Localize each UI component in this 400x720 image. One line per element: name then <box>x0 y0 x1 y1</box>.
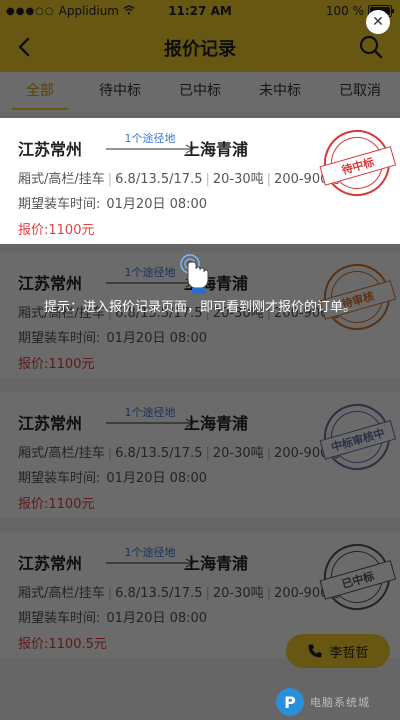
origin-city: 江苏常州 <box>18 414 83 433</box>
origin-city: 江苏常州 <box>18 140 83 159</box>
vehicle-specs: 厢式/高栏/挂车 | 6.8/13.5/17.5 | 20-30吨 | 200-900方 <box>18 172 342 187</box>
price-value: 1100元 <box>48 223 95 238</box>
vehicle-specs: 厢式/高栏/挂车 | 6.8/13.5/17.5 | 20-30吨 | 200-900方 <box>18 446 342 461</box>
contact-name: 李哲哲 <box>329 645 369 661</box>
load-time: 期望装车时间: 01月20日 08:00 <box>18 467 207 486</box>
cargo-weight: 20-30吨 <box>212 172 264 187</box>
guide-tip-text: 提示：进入报价记录页面，即可看到刚才报价的订单。 <box>43 300 356 315</box>
quote-card[interactable]: 江苏常州 1个途径地 上海青浦 厢式/高栏/挂车 | 6.8/13.5/17.5 | 2… <box>0 392 400 518</box>
load-time: 期望装车时间: 01月20日 08:00 <box>18 327 207 346</box>
battery-percent: 100 % <box>325 4 364 18</box>
vehicle-type: 厢式/高栏/挂车 <box>18 446 105 461</box>
load-time-value: 01月20日 08:00 <box>106 331 208 346</box>
destination-city: 上海青浦 <box>184 414 249 433</box>
nav-bar: 报价记录 <box>0 22 400 72</box>
quote-price: 报价:1100元 <box>18 493 94 512</box>
vehicle-type: 厢式/高栏/挂车 <box>18 586 105 601</box>
price-label: 报价: <box>18 223 49 238</box>
close-icon: ✕ <box>372 14 384 30</box>
route-arrow-icon <box>106 144 195 154</box>
route-arrow-icon <box>106 418 195 428</box>
tab-lost[interactable]: 未中标 <box>240 72 320 112</box>
contact-button[interactable]: 李哲哲 <box>286 634 390 668</box>
tap-hand-icon <box>180 254 209 294</box>
price-value: 1100元 <box>48 497 95 512</box>
quote-card[interactable]: 江苏常州 1个途径地 上海青浦 厢式/高栏/挂车 | 6.8/13.5/17.5 | 2… <box>0 118 400 244</box>
price-label: 报价: <box>18 637 49 652</box>
phone-icon <box>308 644 322 658</box>
origin-city: 江苏常州 <box>18 274 83 293</box>
destination-city: 上海青浦 <box>184 554 249 573</box>
close-guide-button[interactable]: ✕ <box>366 10 390 34</box>
cargo-weight: 20-30吨 <box>212 446 264 461</box>
load-time: 期望装车时间: 01月20日 08:00 <box>18 607 207 626</box>
vehicle-length: 6.8/13.5/17.5 <box>115 446 203 461</box>
load-time-label: 期望装车时间: <box>18 197 101 212</box>
route-arrow-icon <box>106 558 195 568</box>
vehicle-type: 厢式/高栏/挂车 <box>18 172 105 187</box>
vehicle-length: 6.8/13.5/17.5 <box>115 586 203 601</box>
vehicle-length: 6.8/13.5/17.5 <box>115 172 203 187</box>
watermark: P 电脑系统城 <box>276 684 400 720</box>
load-time-label: 期望装车时间: <box>18 611 101 626</box>
quote-price: 报价:1100元 <box>18 219 94 238</box>
price-label: 报价: <box>18 357 49 372</box>
origin-city: 江苏常州 <box>18 554 83 573</box>
status-bar: ●●●○○ Applidium 11:27 AM 100 % <box>0 0 400 22</box>
load-time-value: 01月20日 08:00 <box>106 611 208 626</box>
load-time-label: 期望装车时间: <box>18 331 101 346</box>
price-value: 1100.5元 <box>48 637 107 652</box>
tab-pending-bid[interactable]: 待中标 <box>80 72 160 112</box>
vehicle-specs: 厢式/高栏/挂车 | 6.8/13.5/17.5 | 20-30吨 | 200-900方 <box>18 586 342 601</box>
load-time: 期望装车时间: 01月20日 08:00 <box>18 193 207 212</box>
price-label: 报价: <box>18 497 49 512</box>
cargo-weight: 20-30吨 <box>212 586 264 601</box>
quote-price: 报价:1100元 <box>18 353 94 372</box>
watermark-logo: P <box>276 688 304 716</box>
destination-city: 上海青浦 <box>184 140 249 159</box>
tab-won[interactable]: 已中标 <box>160 72 240 112</box>
page-title: 报价记录 <box>164 39 236 60</box>
search-icon[interactable] <box>358 34 384 60</box>
load-time-label: 期望装车时间: <box>18 471 101 486</box>
load-time-value: 01月20日 08:00 <box>106 471 208 486</box>
price-value: 1100元 <box>48 357 95 372</box>
load-time-value: 01月20日 08:00 <box>106 197 208 212</box>
status-tabs: 全部 待中标 已中标 未中标 已取消 <box>0 72 400 112</box>
watermark-text: 电脑系统城 <box>310 696 370 709</box>
tab-cancelled[interactable]: 已取消 <box>320 72 400 112</box>
quote-price: 报价:1100.5元 <box>18 633 107 652</box>
tab-all[interactable]: 全部 <box>0 72 80 112</box>
